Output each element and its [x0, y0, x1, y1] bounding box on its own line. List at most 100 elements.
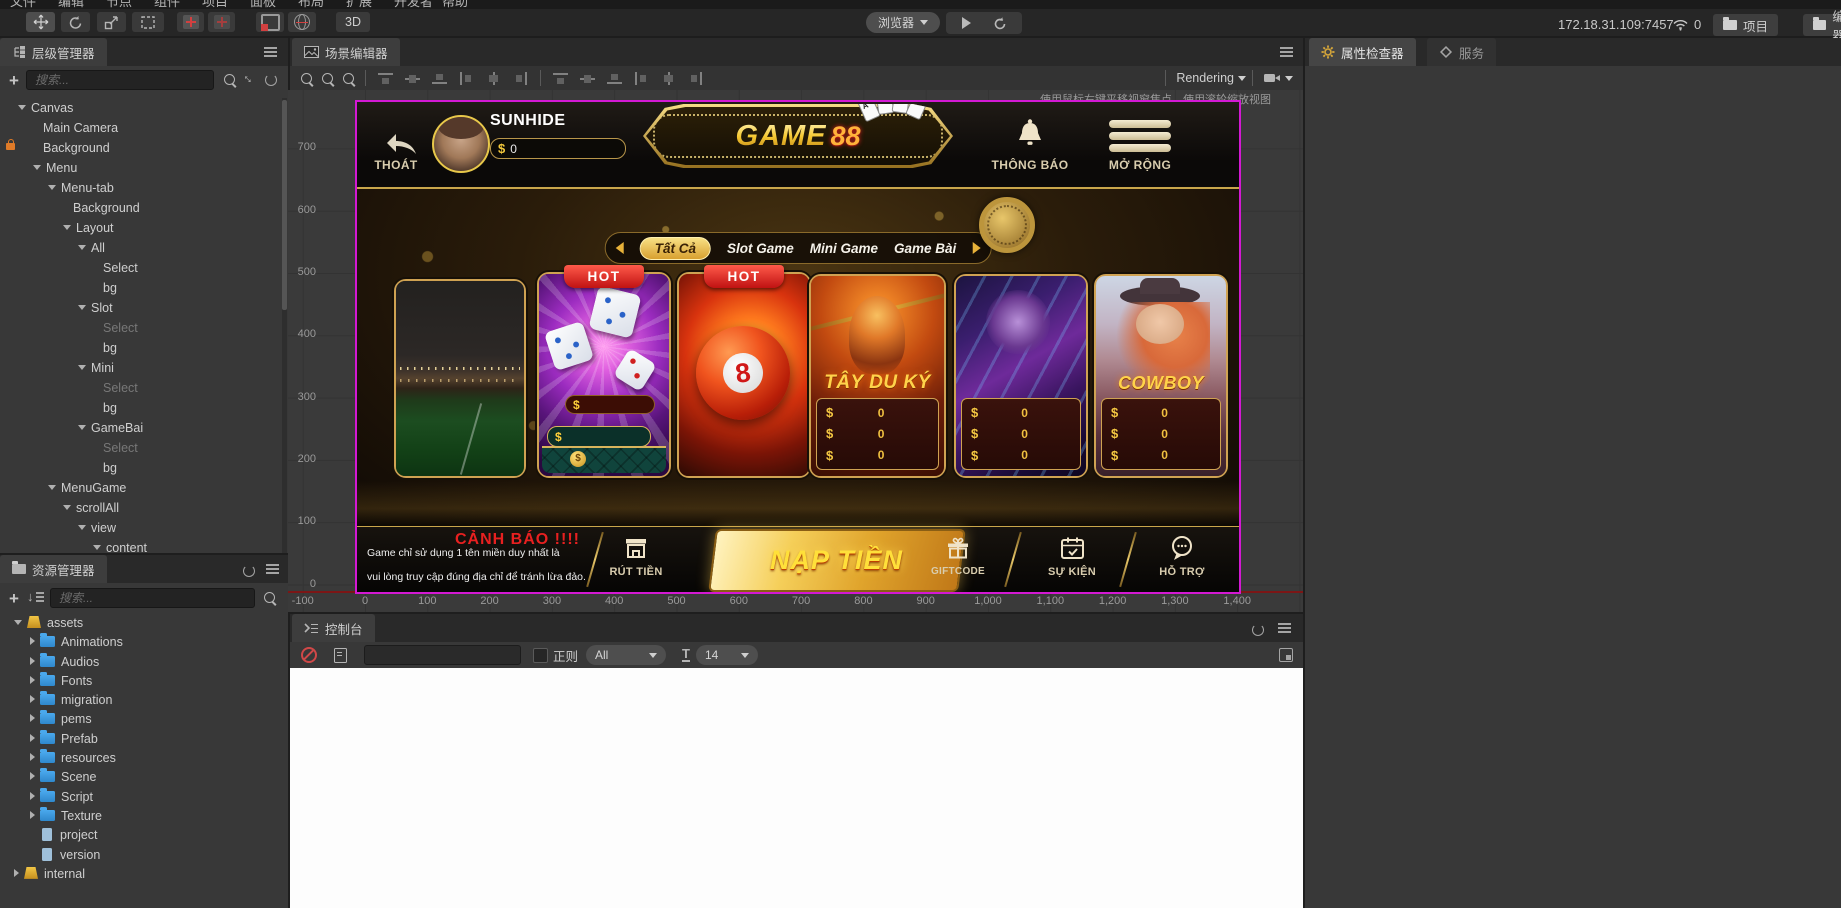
expand-all-icon[interactable]: ↔	[240, 68, 260, 88]
game-card-tay-du-ky[interactable]: TÂY DU KÝ $0$0$0	[809, 274, 946, 478]
align-top-icon[interactable]	[378, 72, 393, 85]
hierarchy-search-input[interactable]	[26, 70, 214, 90]
hierarchy-node[interactable]: Mini	[0, 358, 280, 378]
hierarchy-node[interactable]: content	[0, 538, 280, 553]
scene-menu-icon[interactable]	[1280, 51, 1293, 53]
console-refresh-icon[interactable]	[1252, 624, 1264, 636]
menu-item[interactable]: 编辑	[58, 0, 84, 9]
game-logo-banner[interactable]: GAME 88 A A A A	[643, 104, 953, 168]
mode-3d-button[interactable]: 3D	[336, 12, 370, 32]
hierarchy-node[interactable]: Slot	[0, 298, 280, 318]
lock-icon[interactable]	[6, 143, 15, 150]
expand-arrow-icon[interactable]	[30, 734, 35, 742]
expand-arrow-icon[interactable]	[33, 165, 41, 170]
distribute-right-icon[interactable]	[688, 72, 703, 85]
balance-field[interactable]: $ 0	[490, 138, 626, 159]
scene-editor-tab[interactable]: 场景编辑器	[292, 38, 400, 66]
notifications-button[interactable]: THÔNG BÁO	[970, 158, 1090, 172]
hierarchy-node[interactable]: Select	[0, 318, 280, 338]
align-vcenter-icon[interactable]	[405, 72, 420, 85]
expand-arrow-icon[interactable]	[78, 245, 86, 250]
game-canvas[interactable]: THOÁT SUNHIDE $ 0 GAME 88 A A A	[355, 100, 1241, 594]
distribute-left-icon[interactable]	[634, 72, 649, 85]
console-menu-icon[interactable]	[1278, 627, 1291, 629]
menu-item[interactable]: 节点	[106, 0, 132, 9]
hierarchy-node[interactable]: scrollAll	[0, 498, 280, 518]
menu-item[interactable]: 布局	[298, 0, 324, 9]
rendering-dropdown[interactable]: Rendering	[1176, 71, 1234, 85]
exit-button[interactable]: THOÁT	[365, 158, 427, 172]
expand-arrow-icon[interactable]	[78, 525, 86, 530]
assets-search-input[interactable]	[50, 588, 255, 608]
expand-arrow-icon[interactable]	[63, 505, 71, 510]
distribute-top-icon[interactable]	[553, 72, 568, 85]
play-icon[interactable]	[962, 17, 971, 29]
search-icon[interactable]	[264, 592, 275, 603]
asset-node[interactable]: Script	[0, 788, 288, 807]
rotate-tool-button[interactable]	[61, 12, 90, 32]
scrollbar-thumb[interactable]	[282, 100, 287, 310]
hierarchy-menu-icon[interactable]	[264, 51, 277, 53]
assets-menu-icon[interactable]	[266, 568, 279, 570]
expand-arrow-icon[interactable]	[78, 425, 86, 430]
console-tab[interactable]: 控制台	[292, 614, 375, 642]
hierarchy-node[interactable]: bg	[0, 458, 280, 478]
font-size-dropdown[interactable]: 14	[696, 645, 758, 665]
open-project-button[interactable]: 项目	[1713, 14, 1778, 36]
distribute-vcenter-icon[interactable]	[580, 72, 595, 85]
hierarchy-node[interactable]: Select	[0, 258, 280, 278]
expand-arrow-icon[interactable]	[14, 620, 22, 625]
menu-item[interactable]: 扩展	[346, 0, 372, 9]
hierarchy-node[interactable]: bg	[0, 278, 280, 298]
expand-arrow-icon[interactable]	[30, 714, 35, 722]
giftcode-button[interactable]: GIFTCODE	[913, 530, 1003, 577]
add-node-button[interactable]: +	[9, 72, 19, 89]
distribute-hcenter-icon[interactable]	[661, 72, 676, 85]
hierarchy-node[interactable]: Main Camera	[0, 118, 280, 138]
event-button[interactable]: SỰ KIỆN	[1027, 530, 1117, 578]
support-button[interactable]: HỖ TRỢ	[1137, 530, 1227, 578]
move-tool-button[interactable]	[26, 12, 55, 32]
expand-arrow-icon[interactable]	[63, 225, 71, 230]
tab-properties[interactable]: 属性检查器	[1309, 38, 1416, 66]
asset-node[interactable]: Scene	[0, 768, 288, 787]
hierarchy-node[interactable]: MenuGame	[0, 478, 280, 498]
asset-node[interactable]: project	[0, 826, 288, 845]
anchor-toggle-button[interactable]	[208, 12, 235, 32]
hierarchy-node[interactable]: Select	[0, 378, 280, 398]
clear-console-icon[interactable]	[301, 647, 317, 663]
game-tab-active[interactable]: Tất Cả	[640, 237, 711, 260]
hierarchy-node[interactable]: Layout	[0, 218, 280, 238]
hierarchy-node[interactable]: bg	[0, 338, 280, 358]
distribute-bottom-icon[interactable]	[607, 72, 622, 85]
game-tab-item[interactable]: Game Bài	[894, 241, 956, 256]
game-tab-item[interactable]: Mini Game	[810, 241, 878, 256]
hierarchy-node[interactable]: Select	[0, 438, 280, 458]
expand-arrow-icon[interactable]	[30, 753, 35, 761]
tabs-right-arrow-icon[interactable]	[972, 242, 980, 254]
expand-arrow-icon[interactable]	[30, 657, 35, 665]
assets-refresh-icon[interactable]	[243, 565, 255, 577]
expand-menu-icon[interactable]	[1109, 120, 1171, 152]
hierarchy-node[interactable]: view	[0, 518, 280, 538]
pivot-toggle-button[interactable]	[177, 12, 204, 32]
refresh-icon[interactable]	[993, 16, 1007, 30]
expand-arrow-icon[interactable]	[78, 305, 86, 310]
scale-tool-button[interactable]	[97, 12, 126, 32]
expand-arrow-icon[interactable]	[78, 365, 86, 370]
zoom-in-icon[interactable]	[301, 73, 312, 84]
menu-item[interactable]: 文件	[10, 0, 36, 9]
hierarchy-node[interactable]: Background	[0, 198, 280, 218]
hierarchy-node[interactable]: Menu	[0, 158, 280, 178]
coordinate-world-button[interactable]	[288, 12, 316, 32]
collapse-logs-icon[interactable]	[1279, 648, 1293, 662]
align-right-icon[interactable]	[513, 72, 528, 85]
regex-checkbox[interactable]	[533, 648, 548, 663]
hierarchy-node[interactable]: Background	[0, 138, 280, 158]
bell-icon[interactable]	[1015, 118, 1045, 152]
align-hcenter-icon[interactable]	[486, 72, 501, 85]
scene-viewport[interactable]: 使用鼠标右键平移视窗焦点，使用滚轮缩放视图 700600500400300200…	[288, 90, 1303, 612]
expand-arrow-icon[interactable]	[30, 695, 35, 703]
game-card-avengers[interactable]: $0$0$0	[954, 274, 1088, 478]
expand-arrow-icon[interactable]	[30, 772, 35, 780]
